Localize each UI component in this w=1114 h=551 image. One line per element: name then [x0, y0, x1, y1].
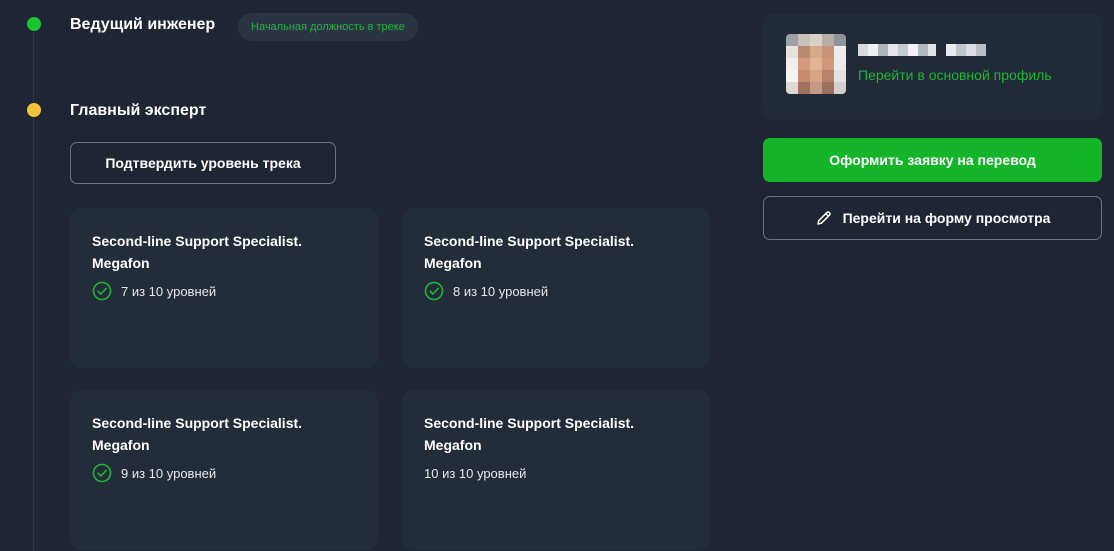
check-circle-icon	[92, 281, 112, 301]
level-title: Ведущий инженер	[70, 16, 216, 33]
track-card-progress: 9 из 10 уровней	[92, 463, 356, 483]
avatar[interactable]	[786, 34, 846, 94]
main-profile-link[interactable]: Перейти в основной профиль	[858, 67, 1052, 83]
transfer-request-button[interactable]: Оформить заявку на перевод	[763, 138, 1102, 182]
track-card[interactable]: Second-line Support Specialist. Megafon …	[70, 208, 378, 368]
track-card-title: Second-line Support Specialist. Megafon	[424, 415, 635, 453]
track-card-title: Second-line Support Specialist. Megafon	[424, 233, 635, 271]
track-card-title: Second-line Support Specialist. Megafon	[92, 415, 303, 453]
progress-label: 7 из 10 уровней	[121, 283, 217, 299]
track-card[interactable]: Second-line Support Specialist. Megafon …	[402, 390, 710, 550]
track-card-progress: 7 из 10 уровней	[92, 281, 356, 301]
profile-name-blurred	[858, 42, 994, 58]
track-card-title: Second-line Support Specialist. Megafon	[92, 233, 303, 271]
check-circle-icon	[92, 463, 112, 483]
view-form-label: Перейти на форму просмотра	[842, 210, 1051, 226]
track-card[interactable]: Second-line Support Specialist. Megafon …	[70, 390, 378, 550]
progress-label: 8 из 10 уровней	[453, 283, 549, 299]
profile-card: Перейти в основной профиль	[762, 14, 1102, 120]
track-card-progress: 8 из 10 уровней	[424, 281, 688, 301]
confirm-track-level-button[interactable]: Подтвердить уровень трека	[70, 142, 336, 184]
start-position-badge: Начальная должность в треке	[238, 13, 418, 41]
career-track-page: Ведущий инженер Начальная должность в тр…	[0, 0, 1114, 551]
pencil-icon	[815, 209, 833, 227]
level-title: Главный эксперт	[70, 102, 207, 119]
progress-label: 10 из 10 уровней	[424, 465, 527, 481]
view-form-button[interactable]: Перейти на форму просмотра	[763, 196, 1102, 240]
track-card[interactable]: Second-line Support Specialist. Megafon …	[402, 208, 710, 368]
level-dot-completed	[27, 17, 41, 31]
check-circle-icon	[424, 281, 444, 301]
progress-label: 9 из 10 уровней	[121, 465, 217, 481]
level-dot-current	[27, 103, 41, 117]
track-card-progress: 10 из 10 уровней	[424, 463, 688, 483]
